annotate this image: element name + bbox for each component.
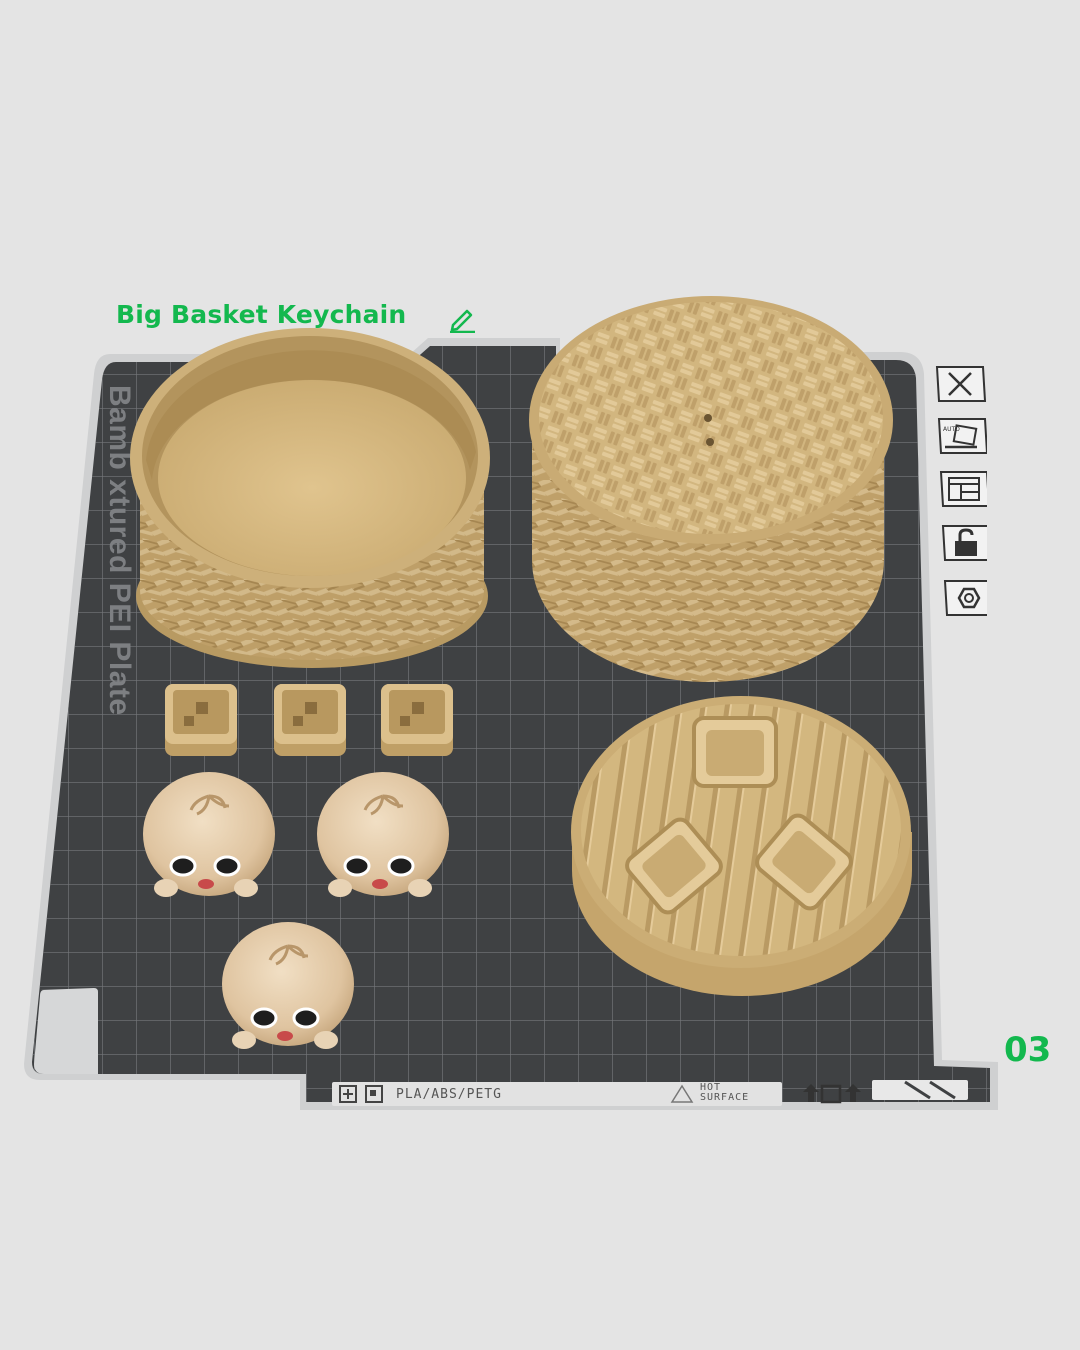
build-plate-scene: Bamb xtured PEI Plate	[24, 296, 998, 1110]
arrange-icon	[939, 471, 987, 507]
model-basket-bottom[interactable]	[130, 328, 490, 668]
plate-title[interactable]: Big Basket Keychain	[116, 300, 406, 329]
settings-button[interactable]	[933, 579, 987, 617]
model-square-holder[interactable]	[274, 684, 346, 756]
plate-number: 03	[1004, 1030, 1052, 1070]
close-button[interactable]	[933, 365, 987, 403]
pencil-icon[interactable]	[447, 305, 477, 333]
model-basket-lid[interactable]	[529, 296, 893, 682]
model-bun-keychain[interactable]	[143, 772, 275, 897]
auto-orient-button[interactable]: AUTO	[933, 417, 987, 455]
model-steamer-base[interactable]	[571, 696, 912, 996]
arrange-button[interactable]	[933, 470, 987, 508]
bed-label: Bamb xtured PEI Plate	[103, 385, 136, 716]
model-square-holder[interactable]	[165, 684, 237, 756]
surface-label: SURFACE	[700, 1092, 750, 1103]
model-square-holder[interactable]	[381, 684, 453, 756]
close-icon	[935, 366, 987, 402]
model-bun-keychain[interactable]	[317, 772, 449, 897]
lock-button[interactable]	[933, 524, 987, 562]
auto-orient-icon: AUTO	[937, 418, 987, 454]
lock-icon	[941, 525, 987, 561]
material-label: PLA/ABS/PETG	[396, 1087, 502, 1102]
hex-nut-icon	[943, 580, 987, 616]
auto-label: AUTO	[943, 426, 960, 433]
